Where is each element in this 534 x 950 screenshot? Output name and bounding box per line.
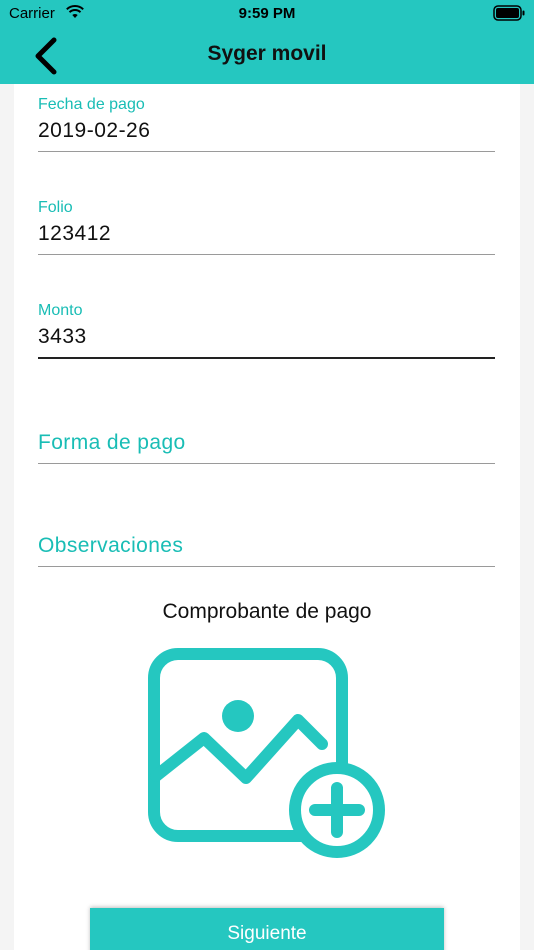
receipt-title: Comprobante de pago <box>162 600 372 623</box>
status-bar: Carrier 9:59 PM <box>0 0 534 30</box>
observations-field[interactable]: Observaciones <box>38 534 495 567</box>
amount-underline <box>38 357 495 359</box>
folio-label: Folio <box>38 199 73 216</box>
folio-field[interactable]: Folio 123412 <box>38 199 495 255</box>
folio-input[interactable]: 123412 <box>38 222 495 246</box>
status-time: 9:59 PM <box>238 5 296 22</box>
add-image-icon[interactable] <box>146 646 390 862</box>
observations-input[interactable]: Observaciones <box>38 534 495 558</box>
payment-date-field[interactable]: Fecha de pago 2019-02-26 <box>38 96 495 152</box>
payment-date-label: Fecha de pago <box>38 96 145 113</box>
payment-method-field[interactable]: Forma de pago <box>38 431 495 464</box>
amount-label: Monto <box>38 302 83 319</box>
payment-date-input[interactable]: 2019-02-26 <box>38 119 495 143</box>
payment-method-underline <box>38 463 495 464</box>
top-bar: Carrier 9:59 PM Syger movil <box>0 0 534 84</box>
observations-underline <box>38 566 495 567</box>
payment-date-underline <box>38 151 495 152</box>
amount-field[interactable]: Monto 3433 <box>38 302 495 359</box>
next-button[interactable]: Siguiente <box>90 908 444 950</box>
battery-icon <box>493 5 525 21</box>
left-margin <box>0 84 14 950</box>
folio-underline <box>38 254 495 255</box>
amount-input[interactable]: 3433 <box>38 325 495 349</box>
nav-bar: Syger movil <box>0 30 534 84</box>
right-margin <box>520 84 534 950</box>
nav-title: Syger movil <box>207 42 327 65</box>
payment-method-input[interactable]: Forma de pago <box>38 431 495 455</box>
